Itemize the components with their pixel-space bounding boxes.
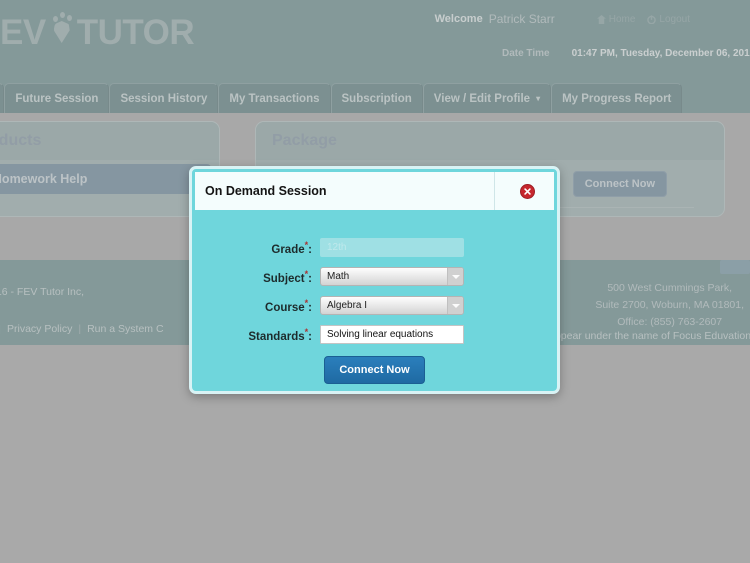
nav-tab-5[interactable]: View / Edit Profile ▾ <box>422 83 552 113</box>
logo-text-left: EV <box>0 12 46 52</box>
nav-tab-label: Session History <box>120 92 208 105</box>
nav-tab-label: Future Session <box>15 92 99 105</box>
field-label-colon: : <box>308 301 312 314</box>
welcome-bar: Welcome Patrick Starr Home Logout <box>435 12 690 26</box>
screen-root: EV TUTOR Welcome Patrick Starr Home Logo… <box>0 0 750 563</box>
footer-link-2[interactable]: Run a System C <box>87 323 163 335</box>
on-demand-session-modal: On Demand Session Grade*: 12th Subject*: Ma… <box>189 166 560 394</box>
chevron-down-icon[interactable] <box>447 297 463 314</box>
field-value: 12th <box>327 242 347 253</box>
field-label-grade: Grade*: <box>192 240 320 256</box>
modal-header-divider <box>494 172 495 210</box>
footer-address: 500 West Cummings Park, Suite 2700, Wobu… <box>595 280 744 331</box>
logout-link-label: Logout <box>659 13 690 25</box>
field-value: Math <box>327 271 350 282</box>
footer-note: ill appear under the name of Focus Eduva… <box>539 330 750 342</box>
field-label-subject: Subject*: <box>192 269 320 285</box>
nav-tab-label: View / Edit Profile <box>433 92 531 105</box>
on-demand-session-form: Grade*: 12th Subject*: Math Course*: Algebra … <box>192 238 557 344</box>
products-panel-title: Products <box>0 122 219 160</box>
form-row-course: Course*: Algebra I <box>192 296 557 315</box>
nav-tab-1[interactable]: Future Session <box>4 83 110 113</box>
footer-copyright: yright © 2016 - FEV Tutor Inc, <box>0 286 85 298</box>
datetime-bar: Date Time 01:47 PM, Tuesday, December 06… <box>502 48 750 59</box>
nav-tab-6[interactable]: My Progress Report <box>551 83 683 113</box>
main-navigation: shboardFuture SessionSession HistoryMy T… <box>0 78 750 113</box>
modal-actions: Connect Now <box>192 356 557 384</box>
nav-tab-label: My Progress Report <box>562 92 672 105</box>
power-icon <box>647 14 657 24</box>
nav-tab-label: My Transactions <box>229 92 320 105</box>
field-label-colon: : <box>308 330 312 343</box>
nav-tab-4[interactable]: Subscription <box>330 83 423 113</box>
home-link[interactable]: Home <box>596 13 636 25</box>
datetime-value: 01:47 PM, Tuesday, December 06, 2016 (E <box>571 48 750 59</box>
footer-link-separator: | <box>78 323 82 335</box>
logo-text-right: TUTOR <box>76 12 195 52</box>
modal-header: On Demand Session <box>195 172 554 210</box>
package-panel-title: Package <box>256 122 724 160</box>
products-panel: Products ✓ Homework Help <box>0 121 220 217</box>
footer-address-line-3: Office: (855) 763-2607 <box>617 316 723 328</box>
field-grade-input: 12th <box>320 238 464 257</box>
chevron-down-icon: ▾ <box>536 94 541 103</box>
field-label-text: Subject <box>263 272 305 285</box>
field-label-colon: : <box>308 272 312 285</box>
field-label-course: Course*: <box>192 298 320 314</box>
footer-link-list: ms of Use|Privacy Policy|Run a System C <box>0 323 164 335</box>
field-label-standards: Standards*: <box>192 327 320 343</box>
nav-tab-2[interactable]: Session History <box>109 83 219 113</box>
home-icon <box>596 14 606 24</box>
site-logo[interactable]: EV TUTOR <box>0 8 195 56</box>
nav-tab-label: Subscription <box>341 92 412 105</box>
field-label-text: Grade <box>271 243 305 256</box>
nav-tab-list: shboardFuture SessionSession HistoryMy T… <box>0 78 683 113</box>
chevron-down-icon[interactable] <box>447 268 463 285</box>
field-standards-input[interactable]: Solving linear equations <box>320 325 464 344</box>
field-label-text: Course <box>265 301 305 314</box>
form-row-subject: Subject*: Math <box>192 267 557 286</box>
modal-connect-now-button[interactable]: Connect Now <box>324 356 425 384</box>
form-row-standards: Standards*: Solving linear equations <box>192 325 557 344</box>
close-icon[interactable] <box>520 184 535 199</box>
paw-drop-logo-icon <box>49 12 75 52</box>
welcome-label: Welcome <box>434 13 483 25</box>
footer-link-1[interactable]: Privacy Policy <box>7 323 72 335</box>
product-item-homework-help[interactable]: ✓ Homework Help <box>0 164 211 194</box>
user-name: Patrick Starr <box>488 12 555 26</box>
product-item-label: Homework Help <box>0 172 88 186</box>
footer-badge <box>720 260 750 274</box>
modal-body: Grade*: 12th Subject*: Math Course*: Algebra … <box>192 210 557 384</box>
datetime-label: Date Time <box>501 48 550 59</box>
nav-tab-3[interactable]: My Transactions <box>218 83 331 113</box>
logout-link[interactable]: Logout <box>647 14 690 25</box>
field-value: Algebra I <box>327 300 368 311</box>
footer-link-separator: | <box>0 323 1 335</box>
site-header: EV TUTOR Welcome Patrick Starr Home Logo… <box>0 0 750 78</box>
form-row-grade: Grade*: 12th <box>192 238 557 257</box>
field-value: Solving linear equations <box>327 329 434 340</box>
field-label-colon: : <box>308 243 312 256</box>
connect-now-button[interactable]: Connect Now <box>572 171 667 197</box>
field-course-select[interactable]: Algebra I <box>320 296 464 315</box>
footer-address-line-1: 500 West Cummings Park, <box>607 282 733 294</box>
modal-title: On Demand Session <box>205 184 327 198</box>
home-link-label: Home <box>608 13 636 25</box>
field-label-text: Standards <box>248 330 305 343</box>
field-subject-select[interactable]: Math <box>320 267 464 286</box>
footer-address-line-2: Suite 2700, Woburn, MA 01801, <box>595 299 744 311</box>
